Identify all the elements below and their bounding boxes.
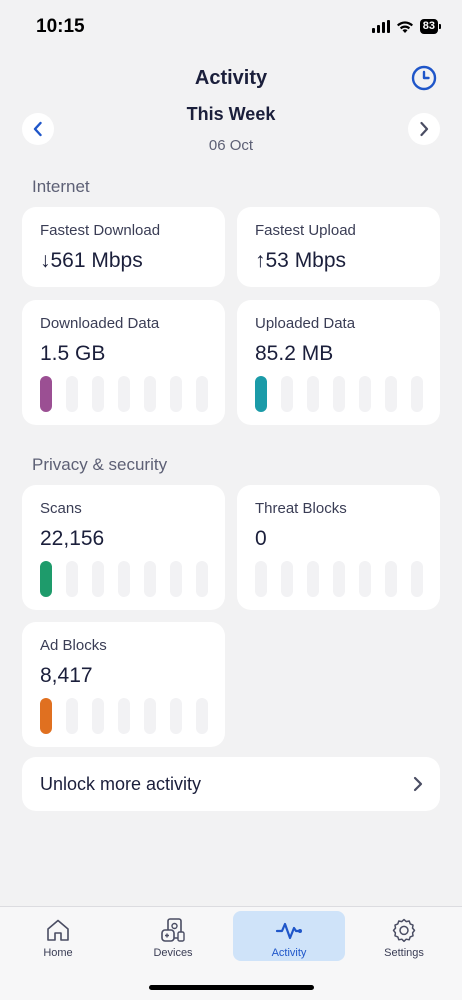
period-date: 06 Oct [208,137,254,154]
wifi-icon [396,20,413,33]
daily-bars [40,561,208,597]
card-value: 8,417 [40,664,93,687]
tab-label: Devices [153,947,193,959]
day-bar [118,561,130,597]
chevron-right-icon [420,121,429,137]
day-bar [196,561,208,597]
period-title: This Week [186,104,276,124]
tab-settings[interactable]: Settings [348,911,460,961]
home-icon [47,919,69,941]
day-bar [144,561,156,597]
privacy-section-label: Privacy & security [32,455,168,474]
day-bar [411,376,423,412]
tab-home[interactable]: Home [2,911,114,961]
card-label: Fastest Download [40,222,161,239]
day-bar [118,698,130,734]
card-label: Fastest Upload [255,222,356,239]
tab-devices[interactable]: Devices [117,911,229,961]
card-label: Ad Blocks [40,637,107,654]
day-bar [359,561,371,597]
scans-card[interactable]: Scans 22,156 [22,485,225,610]
day-bar [255,561,267,597]
devices-icon [161,918,185,942]
day-bar [170,561,182,597]
unlock-more-activity-button[interactable]: Unlock more activity [22,757,440,811]
card-value: ↓561 Mbps [40,249,143,272]
unlock-label: Unlock more activity [40,774,202,794]
home-indicator [149,985,314,990]
day-bar [281,561,293,597]
card-label: Threat Blocks [255,500,347,517]
uploaded-data-card[interactable]: Uploaded Data 85.2 MB [237,300,440,425]
internet-section-label: Internet [32,177,90,196]
card-label: Downloaded Data [40,315,160,332]
card-label: Scans [40,500,82,517]
downloaded-data-card[interactable]: Downloaded Data 1.5 GB [22,300,225,425]
card-value: 1.5 GB [40,342,106,365]
day-bar [307,376,319,412]
day-bar [196,698,208,734]
fastest-upload-card[interactable]: Fastest Upload ↑53 Mbps [237,207,440,287]
day-bar [385,561,397,597]
daily-bars [40,698,208,734]
day-bar [118,376,130,412]
chevron-right-icon [413,776,423,792]
day-bar [40,698,52,734]
clock-icon [411,65,437,91]
history-button[interactable] [410,64,438,92]
status-bar: 10:15 83 [0,0,462,56]
tab-activity[interactable]: Activity [233,911,345,961]
battery-indicator: 83 [419,19,442,34]
daily-bars [255,561,423,597]
day-bar [170,698,182,734]
day-bar [359,376,371,412]
day-bar [333,376,345,412]
tab-label: Settings [384,947,424,959]
activity-icon [275,922,302,940]
day-bar [92,376,104,412]
ad-blocks-card[interactable]: Ad Blocks 8,417 [22,622,225,747]
day-bar [92,561,104,597]
fastest-download-card[interactable]: Fastest Download ↓561 Mbps [22,207,225,287]
gear-icon [392,918,416,943]
tab-label: Activity [271,947,307,959]
day-bar [307,561,319,597]
day-bar [144,376,156,412]
day-bar [66,376,78,412]
day-bar [411,561,423,597]
card-label: Uploaded Data [255,315,356,332]
day-bar [255,376,267,412]
day-bar [333,561,345,597]
daily-bars [40,376,208,412]
card-value: 22,156 [40,527,105,550]
threat-blocks-card[interactable]: Threat Blocks 0 [237,485,440,610]
day-bar [66,698,78,734]
tab-label: Home [43,947,73,959]
day-bar [281,376,293,412]
day-bar [385,376,397,412]
daily-bars [255,376,423,412]
card-value: ↑53 Mbps [255,249,347,272]
status-time: 10:15 [36,16,85,37]
day-bar [40,561,52,597]
day-bar [196,376,208,412]
next-period-button[interactable] [408,113,440,145]
day-bar [40,376,52,412]
card-value: 85.2 MB [255,342,334,365]
day-bar [144,698,156,734]
page-title: Activity [194,67,268,89]
status-icons: 83 [371,19,442,34]
cellular-signal-icon [371,20,390,33]
day-bar [66,561,78,597]
day-bar [92,698,104,734]
day-bar [170,376,182,412]
card-value: 0 [255,527,267,550]
